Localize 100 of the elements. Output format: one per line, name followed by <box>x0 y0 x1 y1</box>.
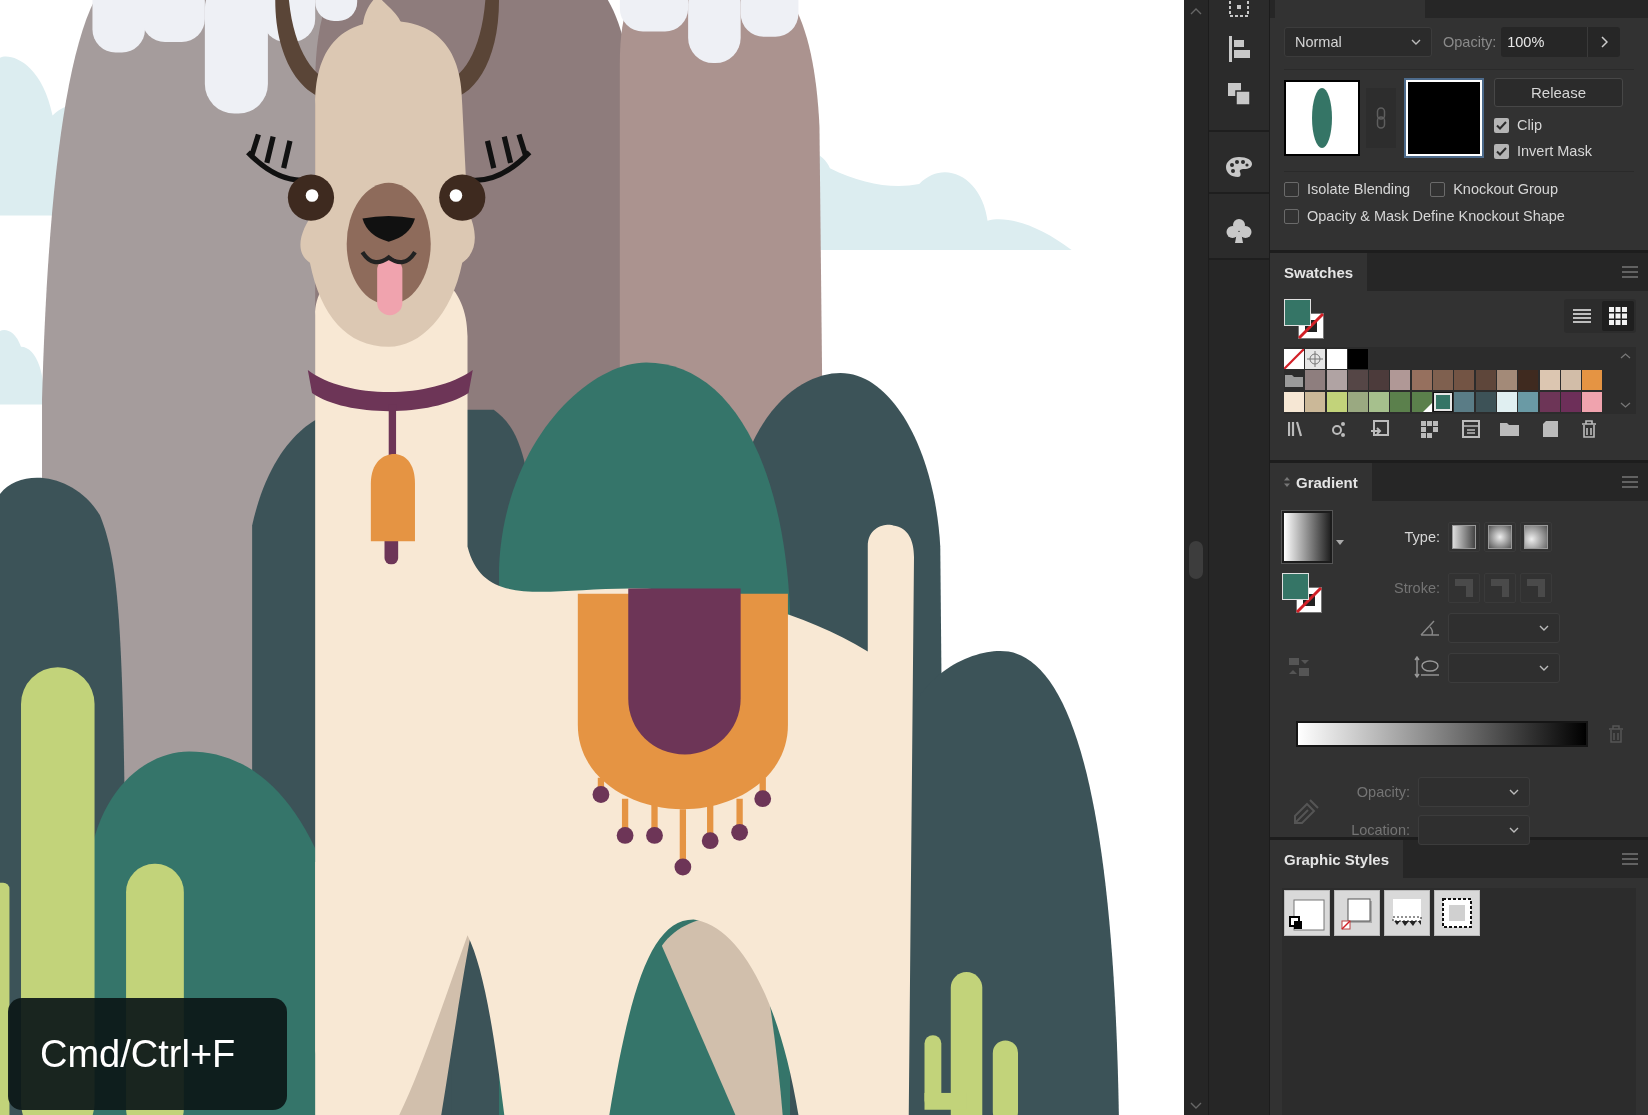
color-swatch[interactable] <box>1433 370 1454 391</box>
color-swatch[interactable] <box>1539 370 1560 391</box>
swatch-options-icon[interactable] <box>1462 419 1480 438</box>
color-swatch[interactable] <box>1390 391 1411 412</box>
shortcut-hint: Cmd/Ctrl+F <box>8 998 287 1110</box>
fill-stroke-indicator[interactable] <box>1282 573 1324 615</box>
chevron-right-icon <box>1600 36 1608 48</box>
color-swatch[interactable] <box>1411 370 1432 391</box>
checkbox[interactable] <box>1494 143 1509 159</box>
color-swatch[interactable] <box>1539 391 1560 412</box>
chevron-down-icon <box>1539 665 1549 671</box>
aspect-ratio-icon <box>1414 655 1440 678</box>
checkbox-label: Isolate Blending <box>1307 181 1411 197</box>
color-swatch[interactable] <box>1326 391 1347 412</box>
checkbox[interactable] <box>1284 208 1299 224</box>
artboard-icon[interactable] <box>1227 0 1251 20</box>
color-swatch[interactable] <box>1347 391 1368 412</box>
color-swatch[interactable] <box>1347 349 1368 369</box>
blend-mode-dropdown[interactable]: Normal <box>1284 27 1432 57</box>
registration-swatch[interactable] <box>1305 349 1326 369</box>
opacity-label: Opacity: <box>1355 784 1410 800</box>
collapse-icon[interactable] <box>1284 477 1290 487</box>
panel-menu-icon[interactable] <box>1622 476 1638 488</box>
color-swatch[interactable] <box>1475 391 1496 412</box>
type-label: Type: <box>1403 529 1440 545</box>
stroke-corner-icon <box>1454 578 1474 598</box>
linear-gradient-button[interactable] <box>1448 522 1480 552</box>
caret-icon[interactable] <box>1336 540 1344 545</box>
none-swatch[interactable] <box>1284 349 1304 369</box>
color-swatch[interactable] <box>1305 370 1326 391</box>
gradient-ramp[interactable] <box>1296 721 1588 747</box>
stroke-corner-icon <box>1526 578 1546 598</box>
color-swatch[interactable] <box>1305 391 1326 412</box>
color-swatch[interactable] <box>1496 370 1517 391</box>
chevron-down-icon <box>1509 789 1519 795</box>
color-swatch[interactable] <box>1411 391 1432 412</box>
scroll-up-icon[interactable] <box>1619 353 1631 359</box>
opacity-field[interactable]: 100% <box>1501 27 1588 57</box>
color-swatch[interactable] <box>1582 391 1603 412</box>
color-swatch[interactable] <box>1369 391 1390 412</box>
panel-tab[interactable]: Gradient <box>1270 463 1372 501</box>
checkbox-label: Invert Mask <box>1517 143 1592 159</box>
scroll-down-icon[interactable] <box>1619 401 1631 408</box>
graphic-style-swatch[interactable] <box>1334 890 1380 936</box>
location-label: Location: <box>1350 822 1410 838</box>
checkbox-label: Clip <box>1517 117 1542 133</box>
panel-menu-icon[interactable] <box>1622 266 1638 278</box>
color-swatch[interactable] <box>1369 370 1390 391</box>
mask-thumbnail[interactable] <box>1406 80 1482 156</box>
stroke-corner-icon <box>1490 578 1510 598</box>
checkbox[interactable] <box>1494 117 1509 133</box>
checkbox[interactable] <box>1430 181 1446 197</box>
panel-tab[interactable]: Graphic Styles <box>1270 840 1404 878</box>
pathfinder-icon[interactable] <box>1227 82 1251 106</box>
color-swatch[interactable] <box>1475 370 1496 391</box>
chevron-down-icon <box>1509 827 1519 833</box>
color-swatch[interactable] <box>1347 370 1368 391</box>
grid-view-button[interactable] <box>1602 301 1634 331</box>
scroll-up-icon[interactable] <box>1190 8 1202 15</box>
show-kinds-icon[interactable] <box>1330 419 1348 438</box>
color-swatch[interactable] <box>1560 391 1581 412</box>
club-icon[interactable] <box>1226 218 1252 244</box>
scroll-down-icon[interactable] <box>1190 1102 1202 1109</box>
color-swatch[interactable] <box>1433 391 1454 412</box>
release-button[interactable]: Release <box>1494 78 1623 107</box>
opacity-label: Opacity: <box>1443 34 1497 50</box>
new-swatch-icon[interactable] <box>1542 419 1560 438</box>
import-icon[interactable] <box>1370 419 1390 438</box>
color-swatch[interactable] <box>1518 370 1539 391</box>
panel-menu-icon[interactable] <box>1622 853 1638 865</box>
stroke-label: Stroke: <box>1393 580 1440 596</box>
palette-icon[interactable] <box>1225 156 1253 178</box>
opacity-slider-button[interactable] <box>1587 27 1621 57</box>
color-group-icon[interactable] <box>1420 419 1440 438</box>
list-icon <box>1573 308 1591 324</box>
color-swatch[interactable] <box>1582 370 1603 391</box>
color-swatch[interactable] <box>1518 391 1539 412</box>
color-swatch[interactable] <box>1496 391 1517 412</box>
align-icon[interactable] <box>1227 36 1251 62</box>
color-swatch[interactable] <box>1326 370 1347 391</box>
color-swatch[interactable] <box>1390 370 1411 391</box>
trash-icon[interactable] <box>1580 419 1598 438</box>
artwork-thumbnail[interactable] <box>1284 80 1360 156</box>
radial-gradient-button[interactable] <box>1484 522 1516 552</box>
graphic-style-swatch[interactable] <box>1384 890 1430 936</box>
chevron-down-icon <box>1539 625 1549 631</box>
checkbox[interactable] <box>1284 181 1299 197</box>
color-swatch[interactable] <box>1560 370 1581 391</box>
graphic-style-swatch[interactable] <box>1434 890 1480 936</box>
color-swatch[interactable] <box>1284 391 1304 412</box>
color-swatch[interactable] <box>1454 391 1475 412</box>
color-swatch[interactable] <box>1454 370 1475 391</box>
panel-tab[interactable]: Swatches <box>1270 253 1368 291</box>
fill-stroke-indicator[interactable] <box>1284 299 1326 341</box>
freeform-gradient-button[interactable] <box>1520 522 1552 552</box>
graphic-style-swatch[interactable] <box>1284 890 1330 936</box>
color-swatch[interactable] <box>1326 349 1347 369</box>
grid-icon <box>1609 307 1627 325</box>
chevron-down-icon <box>1411 39 1421 45</box>
folder-icon <box>1285 373 1303 388</box>
